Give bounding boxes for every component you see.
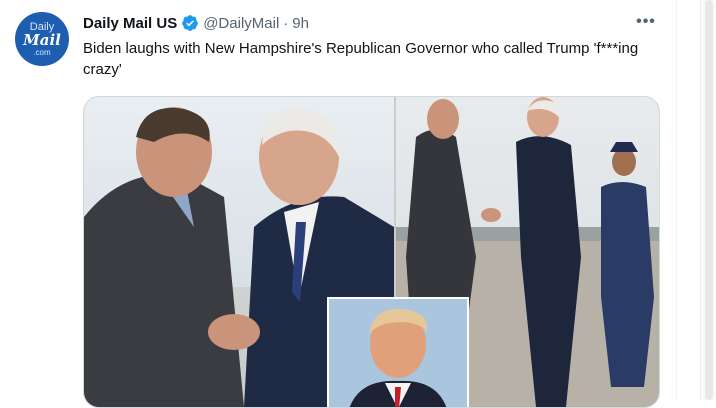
tweet-card[interactable]: Daily Mail .com Daily Mail US @DailyMail… — [0, 0, 677, 408]
tweet-text: Biden laughs with New Hampshire's Republ… — [83, 40, 639, 78]
more-dots-icon[interactable]: ••• — [634, 12, 658, 32]
display-name[interactable]: Daily Mail US — [83, 15, 177, 32]
photo-inset-portrait — [327, 297, 469, 407]
separator-dot: · — [283, 14, 289, 32]
verified-badge-icon — [182, 15, 199, 31]
media-image[interactable] — [83, 96, 660, 408]
scrollbar-thumb[interactable] — [705, 0, 713, 400]
avatar-line-2: Mail — [23, 31, 61, 49]
tweet-header: Daily Mail US @DailyMail · 9h — [83, 13, 309, 33]
timestamp[interactable]: 9h — [292, 15, 309, 32]
avatar[interactable]: Daily Mail .com — [15, 12, 69, 66]
avatar-line-3: .com — [33, 48, 51, 57]
handle[interactable]: @DailyMail — [203, 15, 279, 32]
scrollbar[interactable] — [700, 0, 716, 400]
